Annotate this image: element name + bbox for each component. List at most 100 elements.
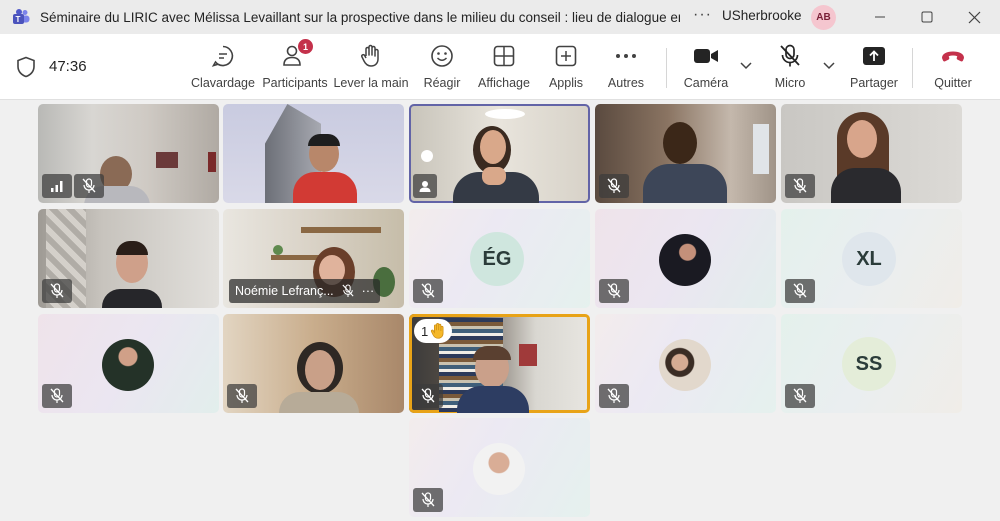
participant-shirt xyxy=(457,386,529,413)
share-label: Partager xyxy=(850,76,898,90)
muted-mic-icon xyxy=(599,174,629,198)
react-label: Réagir xyxy=(423,76,461,90)
muted-mic-icon xyxy=(413,384,443,408)
raise-hand-label: Lever la main xyxy=(333,76,409,90)
lamp xyxy=(421,150,433,162)
participant-avatar-tile[interactable] xyxy=(595,209,776,308)
muted-mic-icon xyxy=(74,174,104,198)
participant-avatar-tile[interactable]: ÉG xyxy=(409,209,590,308)
muted-mic-icon xyxy=(785,279,815,303)
leave-label: Quitter xyxy=(934,76,972,90)
mic-button[interactable]: Micro xyxy=(770,42,810,94)
maximize-button[interactable] xyxy=(913,4,941,30)
participant-video-tile[interactable] xyxy=(223,314,404,413)
participant-shirt xyxy=(293,172,357,203)
close-button[interactable] xyxy=(960,4,988,30)
raised-hand-badge: 1 xyxy=(414,319,453,343)
teams-logo-icon: T xyxy=(11,7,31,27)
presenter-status-icon xyxy=(413,174,437,198)
more-button[interactable]: Autres xyxy=(606,42,646,94)
participant-video-tile[interactable] xyxy=(223,104,404,203)
organization-name[interactable]: USherbrooke xyxy=(722,8,802,23)
chat-label: Clavardage xyxy=(191,76,255,90)
people-icon: 1 xyxy=(281,39,313,70)
raise-hand-button[interactable]: Lever la main xyxy=(333,42,409,94)
hang-up-icon xyxy=(939,42,967,70)
participant-avatar-tile[interactable]: XL xyxy=(781,209,962,308)
participant-head xyxy=(305,350,335,390)
leave-button[interactable]: Quitter xyxy=(930,42,976,94)
hand-queue-number: 1 xyxy=(421,323,429,339)
participant-video-tile[interactable] xyxy=(781,104,962,203)
muted-mic-icon xyxy=(342,284,354,297)
more-icon xyxy=(612,42,640,70)
more-label: Autres xyxy=(607,76,645,90)
muted-mic-icon xyxy=(227,384,257,408)
close-icon xyxy=(968,11,980,23)
shelf xyxy=(301,227,381,233)
mic-options-chevron-icon[interactable] xyxy=(822,58,836,72)
participant-head xyxy=(663,122,697,164)
participant-initials: SS xyxy=(842,337,896,391)
participant-photo xyxy=(659,234,711,286)
svg-text:T: T xyxy=(16,15,21,24)
participant-avatar-tile[interactable] xyxy=(38,314,219,413)
participant-avatar-tile[interactable]: SS xyxy=(781,314,962,413)
participant-video-tile[interactable] xyxy=(38,209,219,308)
participant-video-tile-active-speaker[interactable] xyxy=(409,104,590,203)
maximize-icon xyxy=(921,11,933,23)
minimize-button[interactable] xyxy=(866,4,894,30)
participant-hair xyxy=(473,346,511,360)
view-button[interactable]: Affichage xyxy=(476,42,532,94)
mic-off-icon xyxy=(776,42,804,70)
participant-video-tile[interactable]: Noémie Lefranç... ··· xyxy=(223,209,404,308)
participants-button[interactable]: 1 Participants xyxy=(262,39,328,94)
participant-video-tile-hand-raised[interactable]: 1 xyxy=(409,314,590,413)
minimize-icon xyxy=(875,16,885,18)
window-title: Séminaire du LIRIC avec Mélissa Levailla… xyxy=(40,9,680,25)
apps-button[interactable]: Applis xyxy=(546,42,586,94)
grid-view-icon xyxy=(490,42,518,70)
react-button[interactable]: Réagir xyxy=(420,42,464,94)
ceiling-light xyxy=(485,109,525,119)
participant-photo xyxy=(473,443,525,495)
add-app-icon xyxy=(552,42,580,70)
plant xyxy=(273,245,283,255)
chat-icon xyxy=(209,42,237,70)
title-bar: T Séminaire du LIRIC avec Mélissa Levail… xyxy=(0,0,1000,34)
participant-video-tile[interactable] xyxy=(38,104,219,203)
participant-initials: ÉG xyxy=(470,232,524,286)
video-camera-icon xyxy=(692,42,720,70)
participant-video-tile[interactable] xyxy=(595,104,776,203)
participant-avatar-tile[interactable] xyxy=(595,314,776,413)
chat-button[interactable]: Clavardage xyxy=(191,42,255,94)
muted-mic-icon xyxy=(413,279,443,303)
shield-icon[interactable] xyxy=(16,56,36,78)
signal-strength-icon xyxy=(42,174,72,198)
raised-hand-icon xyxy=(431,322,444,339)
wall-picture xyxy=(156,152,178,168)
participant-photo xyxy=(102,339,154,391)
participant-more-button[interactable]: ··· xyxy=(362,284,375,298)
participants-badge: 1 xyxy=(298,39,313,54)
toolbar-divider-2 xyxy=(912,48,913,88)
camera-button[interactable]: Caméra xyxy=(682,42,730,94)
muted-mic-icon xyxy=(599,279,629,303)
participant-hands xyxy=(482,167,506,185)
participant-photo xyxy=(659,339,711,391)
participant-head xyxy=(480,130,506,164)
title-more-button[interactable]: ··· xyxy=(693,6,712,24)
participants-label: Participants xyxy=(262,76,328,90)
toolbar-divider xyxy=(666,48,667,88)
user-avatar[interactable]: AB xyxy=(811,5,836,30)
view-label: Affichage xyxy=(478,76,530,90)
window-background xyxy=(753,124,769,174)
share-button[interactable]: Partager xyxy=(848,42,900,94)
participant-name: Noémie Lefranç... xyxy=(235,284,334,298)
participant-hair xyxy=(116,241,148,255)
participant-avatar-tile[interactable] xyxy=(409,418,590,517)
emoji-icon xyxy=(428,42,456,70)
share-screen-icon xyxy=(860,42,888,70)
headphones xyxy=(308,134,340,146)
camera-options-chevron-icon[interactable] xyxy=(739,58,753,72)
